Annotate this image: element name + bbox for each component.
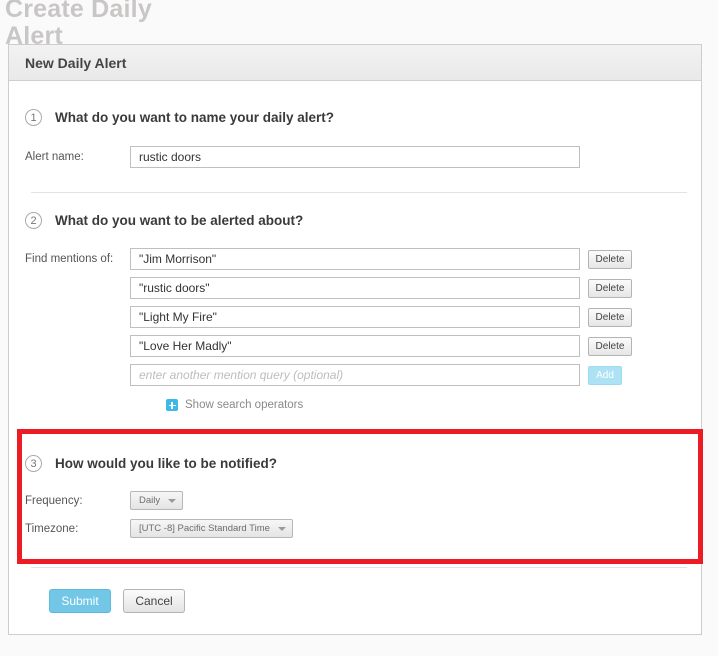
timezone-label: Timezone: (25, 522, 79, 535)
delete-query-button[interactable]: Delete (588, 307, 632, 327)
step-3-number: 3 (25, 455, 42, 472)
new-mention-query-input[interactable] (130, 364, 580, 386)
step-2: 2 What do you want to be alerted about? … (9, 193, 701, 411)
mention-query-row: Delete (9, 277, 701, 299)
new-mention-query-row: Add (9, 364, 701, 386)
new-daily-alert-panel: New Daily Alert 1 What do you want to na… (8, 44, 703, 635)
submit-button[interactable]: Submit (49, 589, 111, 613)
show-search-operators-row[interactable]: Show search operators (9, 399, 701, 411)
mention-query-row: Delete (9, 306, 701, 328)
chevron-down-icon (168, 498, 177, 503)
delete-query-button[interactable]: Delete (588, 249, 632, 269)
plus-icon[interactable] (166, 399, 178, 411)
mention-query-input[interactable] (130, 306, 580, 328)
step-1-header: 1 What do you want to name your daily al… (9, 109, 701, 126)
find-mentions-label: Find mentions of: (25, 253, 114, 265)
cancel-button[interactable]: Cancel (123, 589, 185, 613)
frequency-label: Frequency: (25, 494, 83, 507)
timezone-dropdown[interactable]: [UTC -8] Pacific Standard Time (130, 519, 293, 538)
step-2-number: 2 (25, 212, 42, 229)
frequency-row: Frequency: Daily (9, 491, 701, 510)
step-2-title: What do you want to be alerted about? (55, 213, 304, 228)
add-query-button[interactable]: Add (588, 365, 622, 385)
timezone-value: [UTC -8] Pacific Standard Time (139, 523, 270, 534)
step-1-title: What do you want to name your daily aler… (55, 110, 335, 125)
alert-name-row: Alert name: (9, 146, 701, 168)
step-2-header: 2 What do you want to be alerted about? (9, 212, 701, 229)
mention-query-row: Find mentions of: Delete (9, 248, 701, 270)
form-actions: Submit Cancel (9, 589, 701, 613)
show-search-operators-label[interactable]: Show search operators (185, 399, 303, 411)
alert-name-input[interactable] (130, 146, 580, 168)
delete-query-button[interactable]: Delete (588, 336, 632, 356)
panel-header-title: New Daily Alert (25, 54, 127, 71)
step-1: 1 What do you want to name your daily al… (9, 81, 701, 193)
mention-query-input[interactable] (130, 277, 580, 299)
delete-query-button[interactable]: Delete (588, 278, 632, 298)
alert-name-label: Alert name: (25, 151, 84, 163)
chevron-down-icon (277, 526, 286, 531)
mention-query-input[interactable] (130, 335, 580, 357)
mention-query-row: Delete (9, 335, 701, 357)
step-3: 3 How would you like to be notified? Fre… (9, 411, 701, 568)
panel-header: New Daily Alert (9, 45, 701, 81)
step-3-header: 3 How would you like to be notified? (9, 455, 701, 472)
step-3-title: How would you like to be notified? (55, 456, 277, 471)
section-divider-2 (31, 567, 687, 568)
panel-body: 1 What do you want to name your daily al… (9, 81, 701, 613)
frequency-value: Daily (139, 495, 161, 506)
page-title: Create Daily Alert (5, 0, 152, 50)
frequency-dropdown[interactable]: Daily (130, 491, 184, 510)
mention-query-input[interactable] (130, 248, 580, 270)
timezone-row: Timezone: [UTC -8] Pacific Standard Time (9, 519, 701, 538)
step-1-number: 1 (25, 109, 42, 126)
